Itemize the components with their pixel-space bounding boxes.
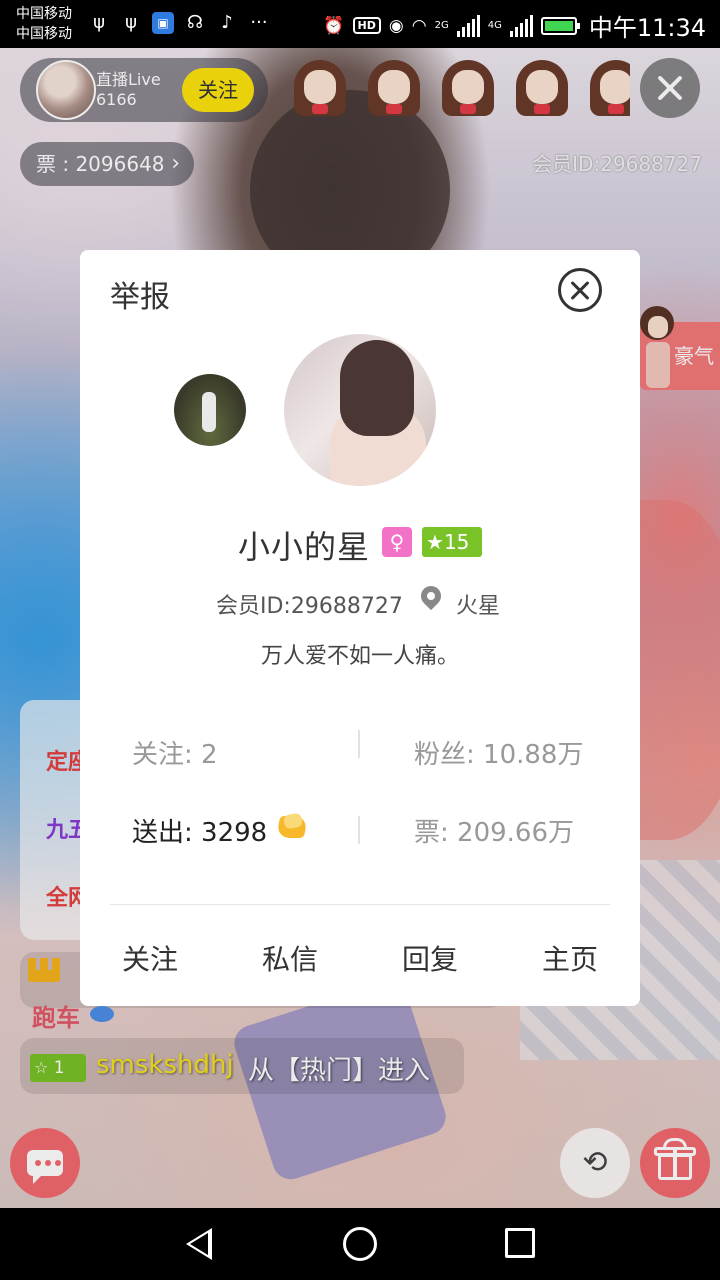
follow-button[interactable]: 关注: [122, 938, 178, 978]
profile-card: 举报 小小的星 ♀ ★15 会员ID:29688727 火星 万人爱不如一人痛。…: [80, 250, 640, 1006]
status-bar: 中国移动 中国移动 ψ ψ ▣ ☊ ♪ ··· ⏰ HD ◉ ◠ 2G 4G 中…: [0, 0, 720, 48]
report-button[interactable]: 举报: [110, 272, 170, 316]
level-value: 15: [443, 530, 470, 554]
divider: [358, 730, 360, 758]
alarm-icon: ⏰: [323, 15, 345, 36]
message-button[interactable]: 私信: [262, 938, 318, 978]
viewer-small-avatar[interactable]: [174, 374, 246, 446]
usb-icon: ψ: [93, 12, 105, 33]
carriers: 中国移动 中国移动: [16, 4, 72, 44]
more-icon: ···: [250, 12, 268, 33]
level-badge: ★15: [422, 527, 482, 557]
network-type-2: 4G: [487, 20, 502, 31]
profile-signature: 万人爱不如一人痛。: [260, 644, 459, 669]
headset-icon: ☊: [187, 12, 203, 33]
usb-icon: ψ: [125, 12, 137, 33]
stat-fans[interactable]: 粉丝: 10.88万: [414, 734, 583, 771]
signal-icon: [509, 14, 533, 37]
carrier-1: 中国移动: [16, 6, 72, 22]
tiktok-icon: ♪: [221, 12, 233, 33]
profile-avatar[interactable]: [284, 334, 436, 486]
divider: [358, 816, 360, 844]
location-pin-icon: [416, 581, 446, 614]
stat-tickets[interactable]: 票: 209.66万: [414, 812, 574, 849]
profile-nickname: 小小的星: [238, 528, 371, 566]
star-icon: ★: [426, 530, 444, 554]
reply-button[interactable]: 回复: [402, 938, 458, 978]
divider: [110, 904, 610, 905]
battery-icon: [540, 16, 580, 35]
profile-member-id: 会员ID:29688727: [216, 594, 403, 619]
gift-heart-icon: [275, 812, 309, 840]
clock: 中午11:34: [588, 14, 706, 42]
female-icon: ♀: [382, 527, 412, 557]
notification-icons: ψ ψ ▣ ☊ ♪ ···: [88, 12, 270, 34]
stat-sent[interactable]: 送出: 3298: [132, 812, 267, 849]
navigation-bar: [0, 1208, 720, 1280]
recent-apps-icon[interactable]: [505, 1228, 535, 1258]
network-type-1: 2G: [434, 20, 449, 31]
home-icon[interactable]: [343, 1227, 377, 1261]
stat-following[interactable]: 关注: 2: [132, 734, 218, 771]
signal-icon: [456, 14, 480, 37]
wifi-icon: ◠: [411, 15, 427, 36]
app-notification-icon: ▣: [152, 12, 174, 34]
back-icon[interactable]: [186, 1228, 212, 1260]
close-icon[interactable]: [558, 268, 602, 312]
system-icons: ⏰ HD ◉ ◠ 2G 4G 中午11:34: [323, 8, 706, 43]
profile-location: 火星: [456, 594, 501, 619]
carrier-2: 中国移动: [16, 26, 72, 42]
hd-icon: HD: [352, 17, 381, 34]
homepage-button[interactable]: 主页: [542, 938, 598, 978]
eye-icon: ◉: [388, 15, 404, 36]
